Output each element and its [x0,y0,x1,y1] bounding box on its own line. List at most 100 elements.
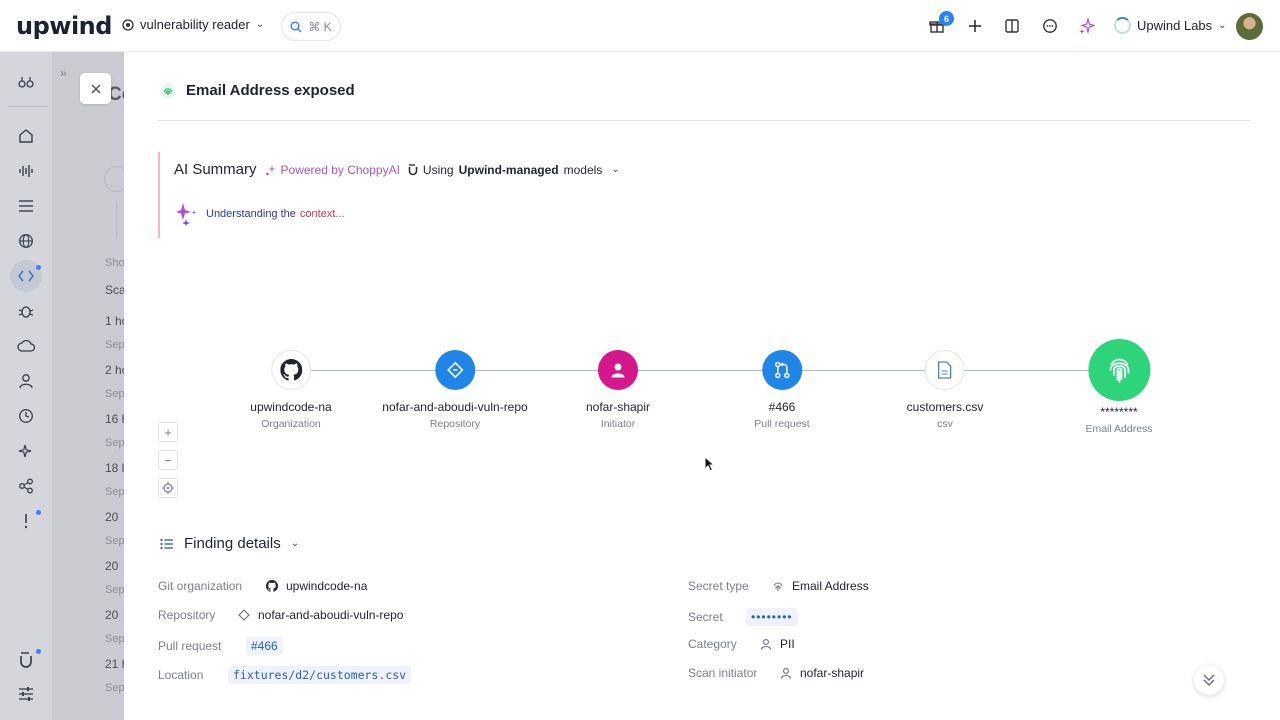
double-chevron-down-icon [1203,674,1215,687]
avatar[interactable] [1236,13,1263,40]
book-icon[interactable] [1003,17,1021,35]
github-icon [271,350,311,390]
list-item-sub: Sep [105,682,124,694]
user-icon [598,350,638,390]
detail-value[interactable]: nofar-and-aboudi-vuln-repo [258,608,403,622]
graph-node-file[interactable]: customers.csv csv [906,350,984,430]
finding-title: Email Address exposed [186,82,355,99]
graph-node-type: csv [937,418,953,430]
expand-nav-icon[interactable]: » [60,66,67,80]
settings-sliders-icon[interactable] [16,684,36,704]
detail-row-pull-request: Pull request #466 [158,637,283,655]
masked-secret[interactable]: •••••••• [746,608,798,626]
finding-details-toggle[interactable]: Finding details ⌄ [160,535,299,552]
scan-column-header: Scan [105,283,124,297]
graph-node-secret[interactable]: ******** Email Address [1085,339,1153,435]
home-icon[interactable] [16,126,36,146]
graph-node-initiator[interactable]: nofar-shapir Initiator [586,350,650,430]
upwind-u-icon [408,163,418,175]
ai-sparkle-cluster-icon [176,203,197,226]
list-item-time[interactable]: 21 h [105,657,124,671]
list-item-time[interactable]: 2 ho [105,363,124,377]
detail-key: Scan initiator [688,666,758,680]
detail-key: Secret [688,610,723,624]
detail-key: Pull request [158,639,222,653]
section-title: Finding details [184,535,281,552]
chevron-down-icon: ⌄ [611,164,620,175]
scope-selector[interactable]: vulnerability reader ⌄ [122,17,264,32]
upwind-logo[interactable]: upwind [16,12,112,40]
filter-icon[interactable] [104,166,124,192]
graph-node-label: customers.csv [906,400,984,414]
list-item-sub: Sep [105,388,124,400]
binoculars-icon[interactable] [16,72,36,92]
minus-icon: − [164,452,172,468]
ai-status-text: Understanding the [206,208,296,220]
nav-divider [8,106,48,107]
zoom-in-button[interactable]: + [158,422,178,442]
powered-by-label[interactable]: Powered by ChoppyAI [265,163,400,177]
fingerprint-icon [160,83,176,98]
target-icon [122,18,134,31]
close-icon [91,84,100,93]
list-item-sub: Sep [105,486,124,498]
recenter-button[interactable] [158,478,178,498]
ai-sparkle-icon[interactable] [16,441,36,461]
graph-node-repository[interactable]: nofar-and-aboudi-vuln-repo Repository [382,350,528,430]
list-item-time[interactable]: 16 h [105,412,124,426]
list-item-time[interactable]: 1 ho [105,314,124,328]
graph-node-organization[interactable]: upwindcode-na Organization [250,350,332,430]
chevron-down-icon: ⌄ [1218,20,1227,31]
detail-value: PII [780,637,795,651]
close-panel-button[interactable] [80,73,111,104]
share-icon[interactable] [16,476,36,496]
location-link[interactable]: fixtures/d2/customers.csv [228,666,412,684]
activity-icon[interactable] [16,161,36,181]
graph-node-type: Email Address [1085,423,1153,435]
search-button[interactable]: ⌘ K [281,12,341,41]
new-indicator-dot [36,510,41,515]
upwind-u-icon[interactable] [16,650,36,670]
detail-value[interactable]: nofar-shapir [800,666,864,680]
ai-status-text-highlight: context... [299,208,345,220]
repository-icon [435,350,475,390]
list-item-time[interactable]: 20 [105,559,118,573]
alert-icon[interactable] [16,511,36,531]
detail-value: upwindcode-na [286,579,368,593]
chevron-down-icon: ⌄ [290,538,300,549]
zoom-out-button[interactable]: − [158,450,178,470]
list-item-sub: Sep [105,633,124,645]
detail-row-secret-type: Secret type Email Address [688,579,869,593]
detail-row-category: Category PII [688,637,795,651]
loading-spinner-icon [1114,17,1131,34]
globe-icon[interactable] [16,231,36,251]
search-icon [290,21,302,32]
detail-key: Git organization [158,579,243,593]
graph-node-pull-request[interactable]: #466 Pull request [754,350,810,430]
list-item-time[interactable]: 18 h [105,461,124,475]
plus-icon[interactable] [966,17,984,35]
graph-node-type: Repository [429,418,481,430]
ai-summary-header: AI Summary Powered by ChoppyAI Using Upwi… [174,161,620,178]
detail-value: Email Address [792,579,869,593]
list-item-time[interactable]: 20 [105,608,118,622]
chat-icon[interactable] [1041,17,1059,35]
pull-request-link[interactable]: #466 [246,637,283,655]
graph-node-type: Pull request [754,418,810,430]
org-selector[interactable]: Upwind Labs ⌄ [1114,17,1227,34]
background-list: » Co Show Scan 1 ho Sep 2 ho Sep 16 h Se… [52,52,124,720]
list-item-time[interactable]: 20 [105,510,118,524]
cloud-icon[interactable] [16,336,36,356]
org-name: Upwind Labs [1137,18,1213,33]
sparkle-icon[interactable] [1078,17,1096,35]
github-icon [266,580,278,592]
list-icon[interactable] [16,196,36,216]
plus-icon: + [164,424,172,440]
model-selector[interactable]: Using Upwind-managed models ⌄ [408,163,620,177]
user-icon[interactable] [16,371,36,391]
scroll-down-button[interactable] [1194,665,1224,695]
bug-icon[interactable] [16,301,36,321]
clock-icon[interactable] [16,406,36,426]
fingerprint-icon [1088,339,1150,401]
pull-request-icon [761,350,802,390]
